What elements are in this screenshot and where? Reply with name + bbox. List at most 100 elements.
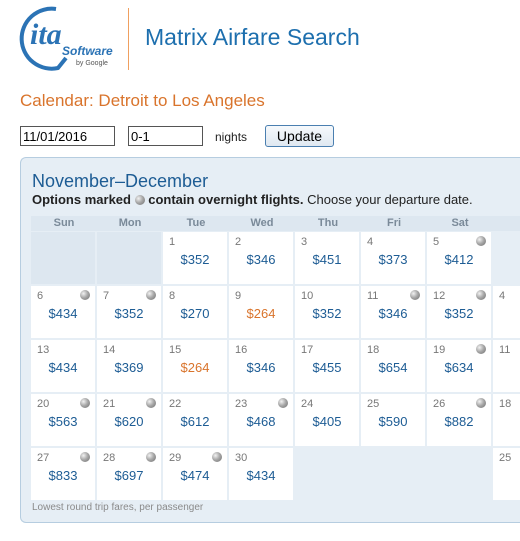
fare-price[interactable]: $474 [163,468,227,483]
day-cell-15[interactable]: 15 $264 [163,340,227,392]
fare-price[interactable]: $697 [97,468,161,483]
day-cell-24[interactable]: 24 $405 [295,394,359,446]
departure-date-input[interactable] [20,126,115,146]
fare-price[interactable]: $563 [31,414,95,429]
fare-price[interactable]: $369 [97,360,161,375]
nights-range-input[interactable] [128,126,203,146]
day-number: 19 [433,344,446,356]
calendar-grid: 1 $352 2 $346 3 $451 4 $373 5 $412 6 $434 7 $352 8 $270… [31,232,520,502]
note-rest: Choose your departure date. [307,192,473,207]
day-cell-25[interactable]: 25 $590 [361,394,425,446]
day-cell-9[interactable]: 9 $264 [229,286,293,338]
fare-price[interactable]: $412 [427,252,491,267]
empty-day-cell [31,232,95,284]
day-cell-2[interactable]: 2 $346 [229,232,293,284]
fare-price[interactable]: $634 [427,360,491,375]
day-cell-30[interactable]: 30 $434 [229,448,293,500]
logo-tagline: by Google [76,60,108,67]
weekday-sat: Sat [427,216,493,231]
fare-price[interactable]: $346 [361,306,425,321]
fare-price[interactable]: $451 [295,252,359,267]
day-number: 17 [301,344,314,356]
next-month-day-cell[interactable]: 4 [493,286,520,338]
day-cell-5[interactable]: 5 $412 [427,232,491,284]
overnight-icon [146,398,156,408]
fare-price[interactable]: $270 [163,306,227,321]
day-number: 13 [37,344,50,356]
fare-price[interactable]: $352 [97,306,161,321]
day-cell-7[interactable]: 7 $352 [97,286,161,338]
nights-label: nights [215,130,248,144]
day-cell-19[interactable]: 19 $634 [427,340,491,392]
day-cell-23[interactable]: 23 $468 [229,394,293,446]
day-number: 18 [499,398,512,410]
day-cell-29[interactable]: 29 $474 [163,448,227,500]
fare-price[interactable]: $434 [229,468,293,483]
day-cell-17[interactable]: 17 $455 [295,340,359,392]
next-month-day-cell[interactable]: 25 [493,448,520,500]
fare-price[interactable]: $405 [295,414,359,429]
day-cell-20[interactable]: 20 $563 [31,394,95,446]
day-cell-28[interactable]: 28 $697 [97,448,161,500]
day-cell-6[interactable]: 6 $434 [31,286,95,338]
day-cell-11[interactable]: 11 $346 [361,286,425,338]
day-cell-8[interactable]: 8 $270 [163,286,227,338]
fare-price[interactable]: $352 [427,306,491,321]
fare-price[interactable]: $352 [295,306,359,321]
update-button[interactable]: Update [265,125,334,147]
ita-logo-icon: ita Software by Google [19,6,113,71]
overnight-icon [476,290,486,300]
day-cell-10[interactable]: 10 $352 [295,286,359,338]
overnight-icon [80,290,90,300]
day-number: 5 [433,236,440,248]
day-number: 8 [169,290,176,302]
day-number: 23 [235,398,248,410]
logo-subtext: Software [62,44,113,58]
day-number: 21 [103,398,116,410]
fare-price[interactable]: $264 [229,306,293,321]
day-number: 2 [235,236,242,248]
fare-price[interactable]: $468 [229,414,293,429]
note-bold-start: Options marked [32,192,131,207]
fare-price[interactable]: $654 [361,360,425,375]
fare-price[interactable]: $434 [31,360,95,375]
overnight-icon [476,236,486,246]
day-number: 29 [169,452,182,464]
weekday-sun: Sun [31,216,97,231]
fare-price[interactable]: $346 [229,360,293,375]
day-cell-22[interactable]: 22 $612 [163,394,227,446]
fare-price[interactable]: $373 [361,252,425,267]
fare-price[interactable]: $833 [31,468,95,483]
day-number: 18 [367,344,380,356]
fare-price[interactable]: $264 [163,360,227,375]
overnight-note: Options marked contain overnight flights… [32,192,473,207]
day-cell-4[interactable]: 4 $373 [361,232,425,284]
day-number: 12 [433,290,446,302]
day-number: 14 [103,344,116,356]
next-month-day-cell[interactable]: 11 [493,340,520,392]
day-cell-1[interactable]: 1 $352 [163,232,227,284]
fare-price[interactable]: $455 [295,360,359,375]
fare-price[interactable]: $612 [163,414,227,429]
fare-price[interactable]: $620 [97,414,161,429]
fare-price[interactable]: $434 [31,306,95,321]
fare-footnote: Lowest round trip fares, per passenger [32,502,204,513]
overnight-icon [146,452,156,462]
weekday-tue: Tue [163,216,229,231]
day-cell-12[interactable]: 12 $352 [427,286,491,338]
fare-price[interactable]: $590 [361,414,425,429]
ita-software-logo[interactable]: ita Software by Google [18,6,118,72]
day-cell-21[interactable]: 21 $620 [97,394,161,446]
fare-price[interactable]: $882 [427,414,491,429]
weekday-header: Sun Mon Tue Wed Thu Fri Sat [31,216,520,231]
day-cell-3[interactable]: 3 $451 [295,232,359,284]
day-cell-18[interactable]: 18 $654 [361,340,425,392]
day-cell-13[interactable]: 13 $434 [31,340,95,392]
day-cell-27[interactable]: 27 $833 [31,448,95,500]
day-cell-16[interactable]: 16 $346 [229,340,293,392]
day-cell-26[interactable]: 26 $882 [427,394,491,446]
fare-price[interactable]: $346 [229,252,293,267]
next-month-day-cell[interactable]: 18 [493,394,520,446]
fare-price[interactable]: $352 [163,252,227,267]
day-cell-14[interactable]: 14 $369 [97,340,161,392]
